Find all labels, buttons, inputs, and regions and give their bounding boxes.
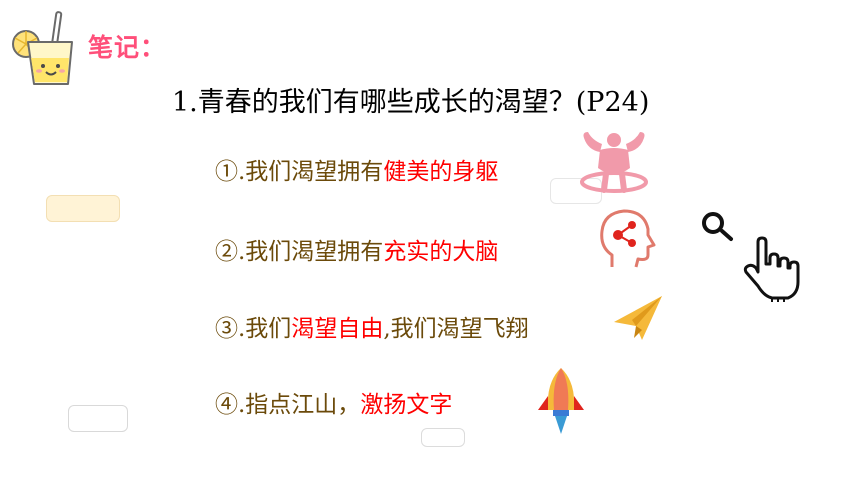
decorative-box <box>46 195 120 222</box>
list-item: ④.指点江山，激扬文字 <box>215 385 452 419</box>
brain-head-icon <box>594 207 656 271</box>
item-text: ④.指点江山， <box>215 392 361 418</box>
rocket-icon <box>536 366 586 436</box>
fitness-muscle-icon <box>576 128 652 198</box>
item-text: ,我们渴望飞翔 <box>383 316 529 342</box>
pointing-hand-icon <box>742 236 804 304</box>
question-title: 1.青春的我们有哪些成长的渴望？(P24) <box>172 87 650 118</box>
item-highlight: 渴望自由 <box>291 316 384 342</box>
list-item: ③.我们渴望自由,我们渴望飞翔 <box>215 309 529 343</box>
item-text: ①.我们渴望拥有 <box>215 159 384 185</box>
magnifier-icon <box>700 210 740 246</box>
item-highlight: 激扬文字 <box>360 392 453 418</box>
list-item: ①.我们渴望拥有健美的身躯 <box>215 152 498 186</box>
item-text: ②.我们渴望拥有 <box>215 239 384 265</box>
list-item: ②.我们渴望拥有充实的大脑 <box>215 232 498 266</box>
decorative-box <box>421 428 465 447</box>
note-label: 笔记： <box>88 33 167 62</box>
decorative-box <box>68 405 128 432</box>
paper-plane-icon <box>612 292 664 344</box>
item-highlight: 充实的大脑 <box>383 239 499 265</box>
item-highlight: 健美的身躯 <box>383 159 499 185</box>
lemonade-cup-icon <box>6 10 86 88</box>
item-text: ③.我们 <box>215 316 292 342</box>
